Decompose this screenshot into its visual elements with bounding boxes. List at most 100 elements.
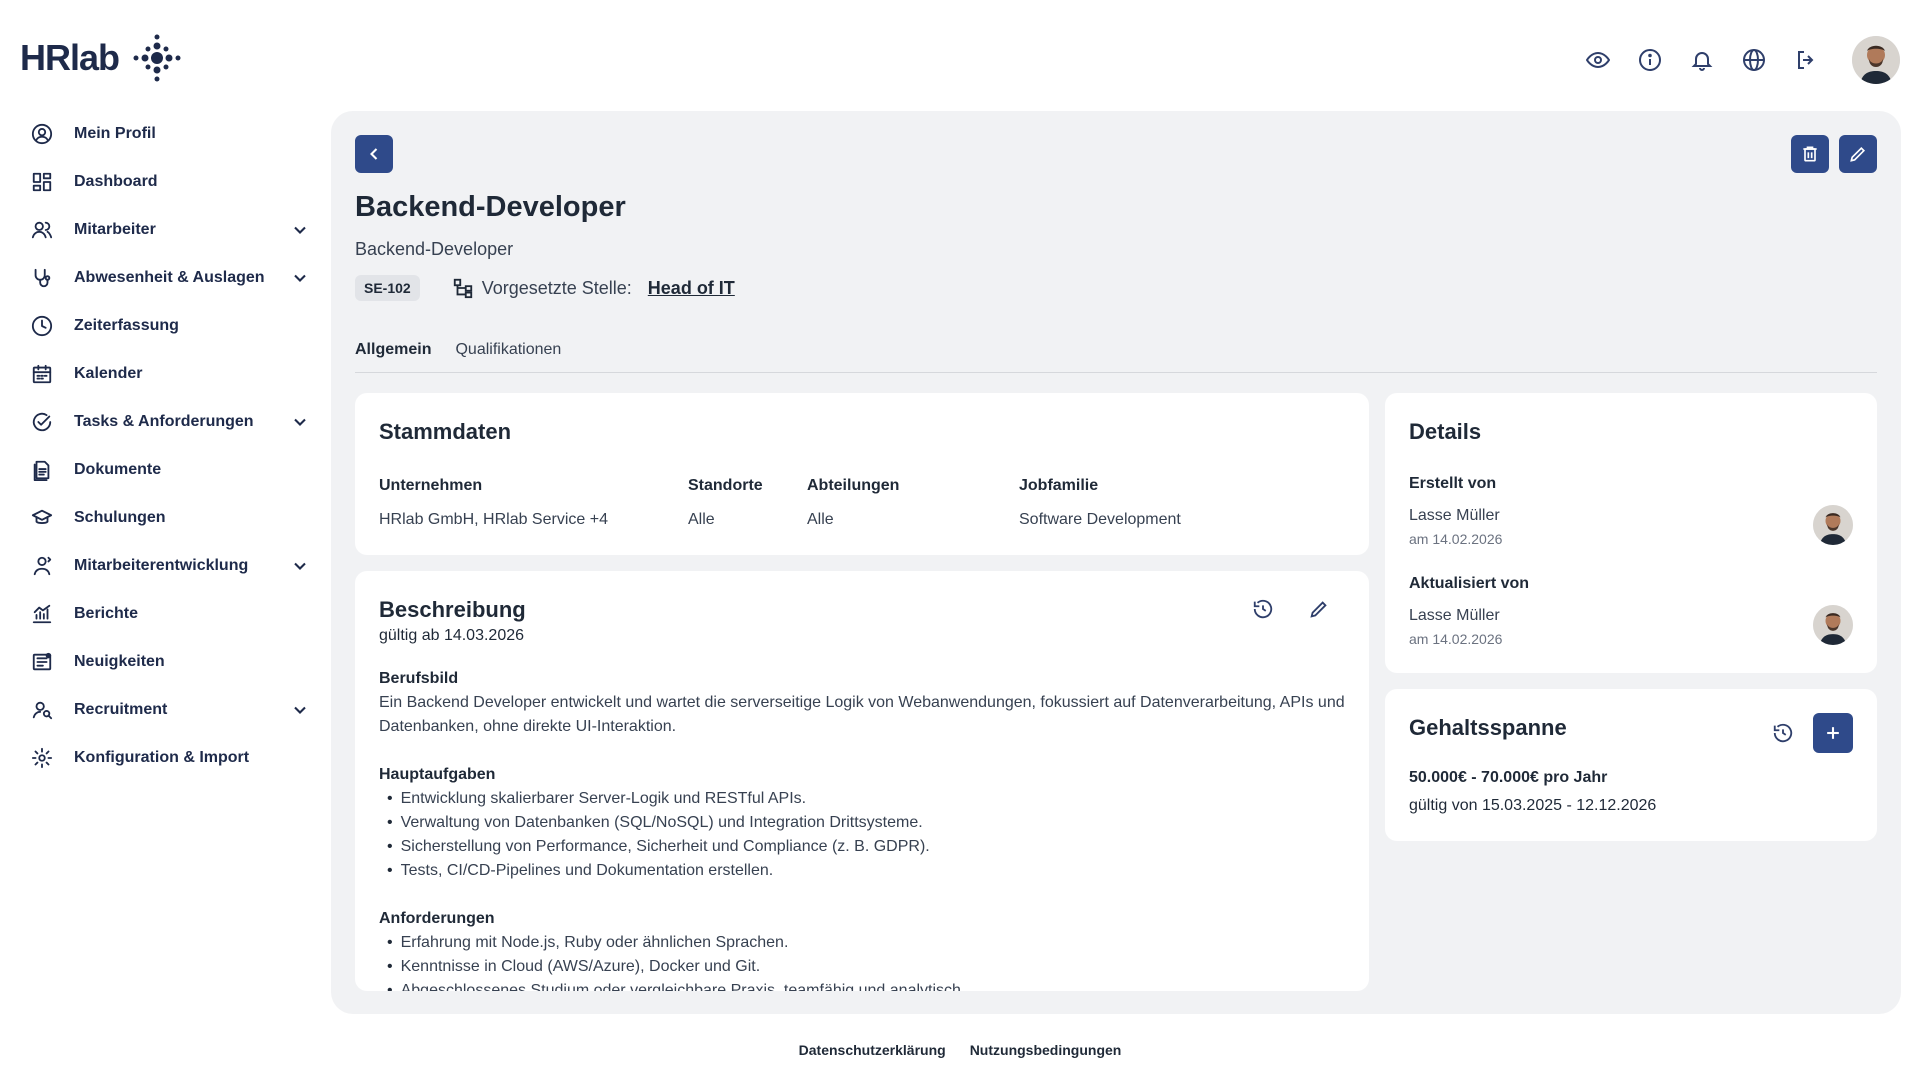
tab-qualifikationen[interactable]: Qualifikationen <box>455 337 561 372</box>
document-icon <box>30 458 54 482</box>
beschreibung-title: Beschreibung <box>379 597 526 622</box>
list-item: Entwicklung skalierbarer Server-Logik un… <box>387 787 1345 811</box>
chevron-down-icon[interactable] <box>290 220 310 240</box>
footer: Datenschutzerklärung Nutzungsbedingungen <box>0 1042 1920 1058</box>
edit-button[interactable] <box>1839 135 1877 173</box>
info-icon[interactable] <box>1624 38 1676 82</box>
pencil-icon <box>1850 146 1866 162</box>
delete-button[interactable] <box>1791 135 1829 173</box>
berufsbild-text: Ein Backend Developer entwickelt und war… <box>379 694 1345 735</box>
user-growth-icon <box>30 554 54 578</box>
description-content[interactable]: Berufsbild Ein Backend Developer entwick… <box>379 667 1345 991</box>
position-code-badge: SE-102 <box>355 275 420 301</box>
sidebar-item-label: Dokumente <box>74 461 162 478</box>
sidebar-item-label: Kalender <box>74 365 143 382</box>
clock-icon <box>30 314 54 338</box>
list-item: Kenntnisse in Cloud (AWS/Azure), Docker … <box>387 955 1345 979</box>
sidebar-item-label: Neuigkeiten <box>74 653 165 670</box>
sidebar-item-zeiterfassung[interactable]: Zeiterfassung <box>20 302 320 350</box>
page-subtitle: Backend-Developer <box>355 239 514 259</box>
col-header-abteilungen: Abteilungen <box>807 477 900 494</box>
page-title: Backend-Developer <box>355 191 626 223</box>
details-card: Details Erstellt von Lasse Müller am 14.… <box>1385 393 1877 673</box>
privacy-link[interactable]: Datenschutzerklärung <box>799 1042 946 1058</box>
supervisor-link[interactable]: Head of IT <box>648 278 735 299</box>
salary-range: 50.000€ - 70.000€ pro Jahr <box>1409 769 1608 786</box>
sidebar-item-label: Berichte <box>74 605 139 622</box>
trash-icon <box>1803 146 1817 162</box>
sidebar-item-label: Mitarbeiterentwicklung <box>74 557 249 574</box>
created-by-name: Lasse Müller <box>1409 507 1500 524</box>
stammdaten-card: Stammdaten Unternehmen HRlab GmbH, HRlab… <box>355 393 1369 555</box>
sidebar: Mein Profil Dashboard Mitarbeiter Abwesenhe… <box>20 110 320 782</box>
sidebar-item-label: Zeiterfassung <box>74 317 179 334</box>
updater-avatar[interactable] <box>1813 605 1853 645</box>
sidebar-item-kalender[interactable]: Kalender <box>20 350 320 398</box>
history-icon[interactable] <box>1249 595 1277 623</box>
sidebar-item-tasks-anforderungen[interactable]: Tasks & Anforderungen <box>20 398 320 446</box>
terms-link[interactable]: Nutzungsbedingungen <box>970 1042 1122 1058</box>
created-date: am 14.02.2026 <box>1409 531 1503 547</box>
globe-icon[interactable] <box>1728 38 1780 82</box>
salary-title: Gehaltsspanne <box>1409 715 1567 740</box>
user-circle-icon <box>30 122 54 146</box>
chevron-down-icon[interactable] <box>290 412 310 432</box>
sidebar-item-mein-profil[interactable]: Mein Profil <box>20 110 320 158</box>
logo[interactable]: HRlab <box>20 34 181 82</box>
sidebar-item-neuigkeiten[interactable]: Neuigkeiten <box>20 638 320 686</box>
col-header-jobfamilie: Jobfamilie <box>1019 477 1099 494</box>
plus-icon <box>1827 727 1839 739</box>
sidebar-item-label: Recruitment <box>74 701 168 718</box>
salary-history-icon[interactable] <box>1769 719 1797 747</box>
creator-avatar[interactable] <box>1813 505 1853 545</box>
graduation-cap-icon <box>30 506 54 530</box>
hierarchy-icon <box>453 278 472 299</box>
calendar-icon <box>30 362 54 386</box>
updated-by-label: Aktualisiert von <box>1409 575 1530 592</box>
chevron-down-icon[interactable] <box>290 268 310 288</box>
sidebar-item-berichte[interactable]: Berichte <box>20 590 320 638</box>
details-title: Details <box>1409 419 1482 444</box>
hauptaufgaben-list: Entwicklung skalierbarer Server-Logik un… <box>379 787 1345 883</box>
stammdaten-title: Stammdaten <box>379 419 512 444</box>
sidebar-item-label: Dashboard <box>74 173 158 190</box>
sidebar-item-recruitment[interactable]: Recruitment <box>20 686 320 734</box>
list-item: Tests, CI/CD-Pipelines und Dokumentation… <box>387 859 1345 883</box>
check-circle-icon <box>30 410 54 434</box>
sidebar-item-mitarbeiter[interactable]: Mitarbeiter <box>20 206 320 254</box>
sidebar-item-dokumente[interactable]: Dokumente <box>20 446 320 494</box>
col-value-unternehmen: HRlab GmbH, HRlab Service +4 <box>379 511 608 528</box>
chevron-down-icon[interactable] <box>290 556 310 576</box>
anforderungen-heading: Anforderungen <box>379 910 495 927</box>
meta-row: SE-102 Vorgesetzte Stelle: Head of IT <box>355 275 735 301</box>
back-button[interactable] <box>355 135 393 173</box>
sidebar-item-mitarbeiterentwicklung[interactable]: Mitarbeiterentwicklung <box>20 542 320 590</box>
sidebar-item-label: Mein Profil <box>74 125 156 142</box>
add-salary-button[interactable] <box>1813 713 1853 753</box>
sidebar-item-label: Abwesenheit & Auslagen <box>74 269 265 286</box>
col-header-unternehmen: Unternehmen <box>379 477 483 494</box>
chart-icon <box>30 602 54 626</box>
tab-allgemein[interactable]: Allgemein <box>355 337 431 372</box>
created-by-label: Erstellt von <box>1409 475 1497 492</box>
col-header-standorte: Standorte <box>688 477 763 494</box>
edit-description-icon[interactable] <box>1305 595 1333 623</box>
sidebar-item-label: Tasks & Anforderungen <box>74 413 254 430</box>
sidebar-item-konfiguration-import[interactable]: Konfiguration & Import <box>20 734 320 782</box>
main-panel: Backend-Developer Backend-Developer SE-1… <box>331 111 1901 1014</box>
sidebar-item-label: Mitarbeiter <box>74 221 156 238</box>
sidebar-item-schulungen[interactable]: Schulungen <box>20 494 320 542</box>
sidebar-item-dashboard[interactable]: Dashboard <box>20 158 320 206</box>
user-avatar[interactable] <box>1852 36 1900 84</box>
sidebar-item-abwesenheit-auslagen[interactable]: Abwesenheit & Auslagen <box>20 254 320 302</box>
gear-icon <box>30 746 54 770</box>
eye-icon[interactable] <box>1572 38 1624 82</box>
sidebar-item-label: Konfiguration & Import <box>74 749 250 766</box>
bell-icon[interactable] <box>1676 38 1728 82</box>
updated-date: am 14.02.2026 <box>1409 631 1503 647</box>
news-icon <box>30 650 54 674</box>
beschreibung-valid-from: gültig ab 14.03.2026 <box>379 627 525 644</box>
list-item: Abgeschlossenes Studium oder vergleichba… <box>387 979 1345 991</box>
chevron-down-icon[interactable] <box>290 700 310 720</box>
logout-icon[interactable] <box>1780 38 1832 82</box>
